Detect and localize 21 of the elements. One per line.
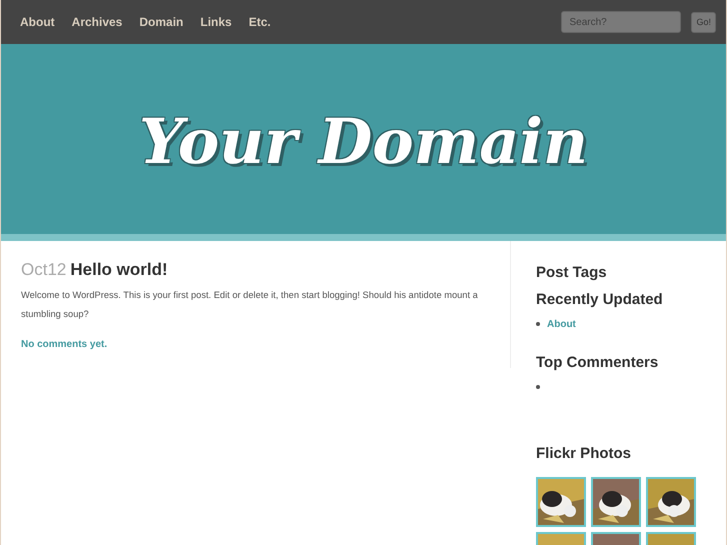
post-title: Hello world! [70, 260, 168, 279]
comments-link[interactable]: No comments yet. [21, 339, 108, 350]
nav-link[interactable]: Domain [139, 15, 184, 29]
photo-thumbnail[interactable] [536, 477, 586, 527]
bullet-icon [536, 385, 540, 389]
widget-heading: Flickr Photos [536, 445, 632, 462]
post-body: Welcome to WordPress. This is your first post. Edit or delete it, then start blogging! Should his antidote mount a stumbling soup? [21, 289, 479, 321]
site-logo: Your Domain [138, 104, 588, 178]
widget-heading: Recently Updated [536, 291, 664, 308]
nav-link[interactable]: Etc. [248, 15, 271, 29]
bullet-icon [536, 322, 540, 326]
nav-link[interactable]: Archives [72, 15, 122, 29]
photo-thumbnail[interactable] [591, 477, 641, 527]
nav-link[interactable]: Links [200, 15, 232, 29]
nav-link[interactable]: About [20, 15, 55, 29]
widget-heading: Post Tags [536, 264, 608, 281]
widget-link[interactable]: About [547, 318, 576, 330]
widget-heading: Top Commenters [536, 354, 660, 371]
post-date: Oct12 [21, 260, 66, 279]
photo-thumbnail[interactable] [646, 477, 696, 527]
search-field[interactable]: Search? [561, 11, 682, 33]
